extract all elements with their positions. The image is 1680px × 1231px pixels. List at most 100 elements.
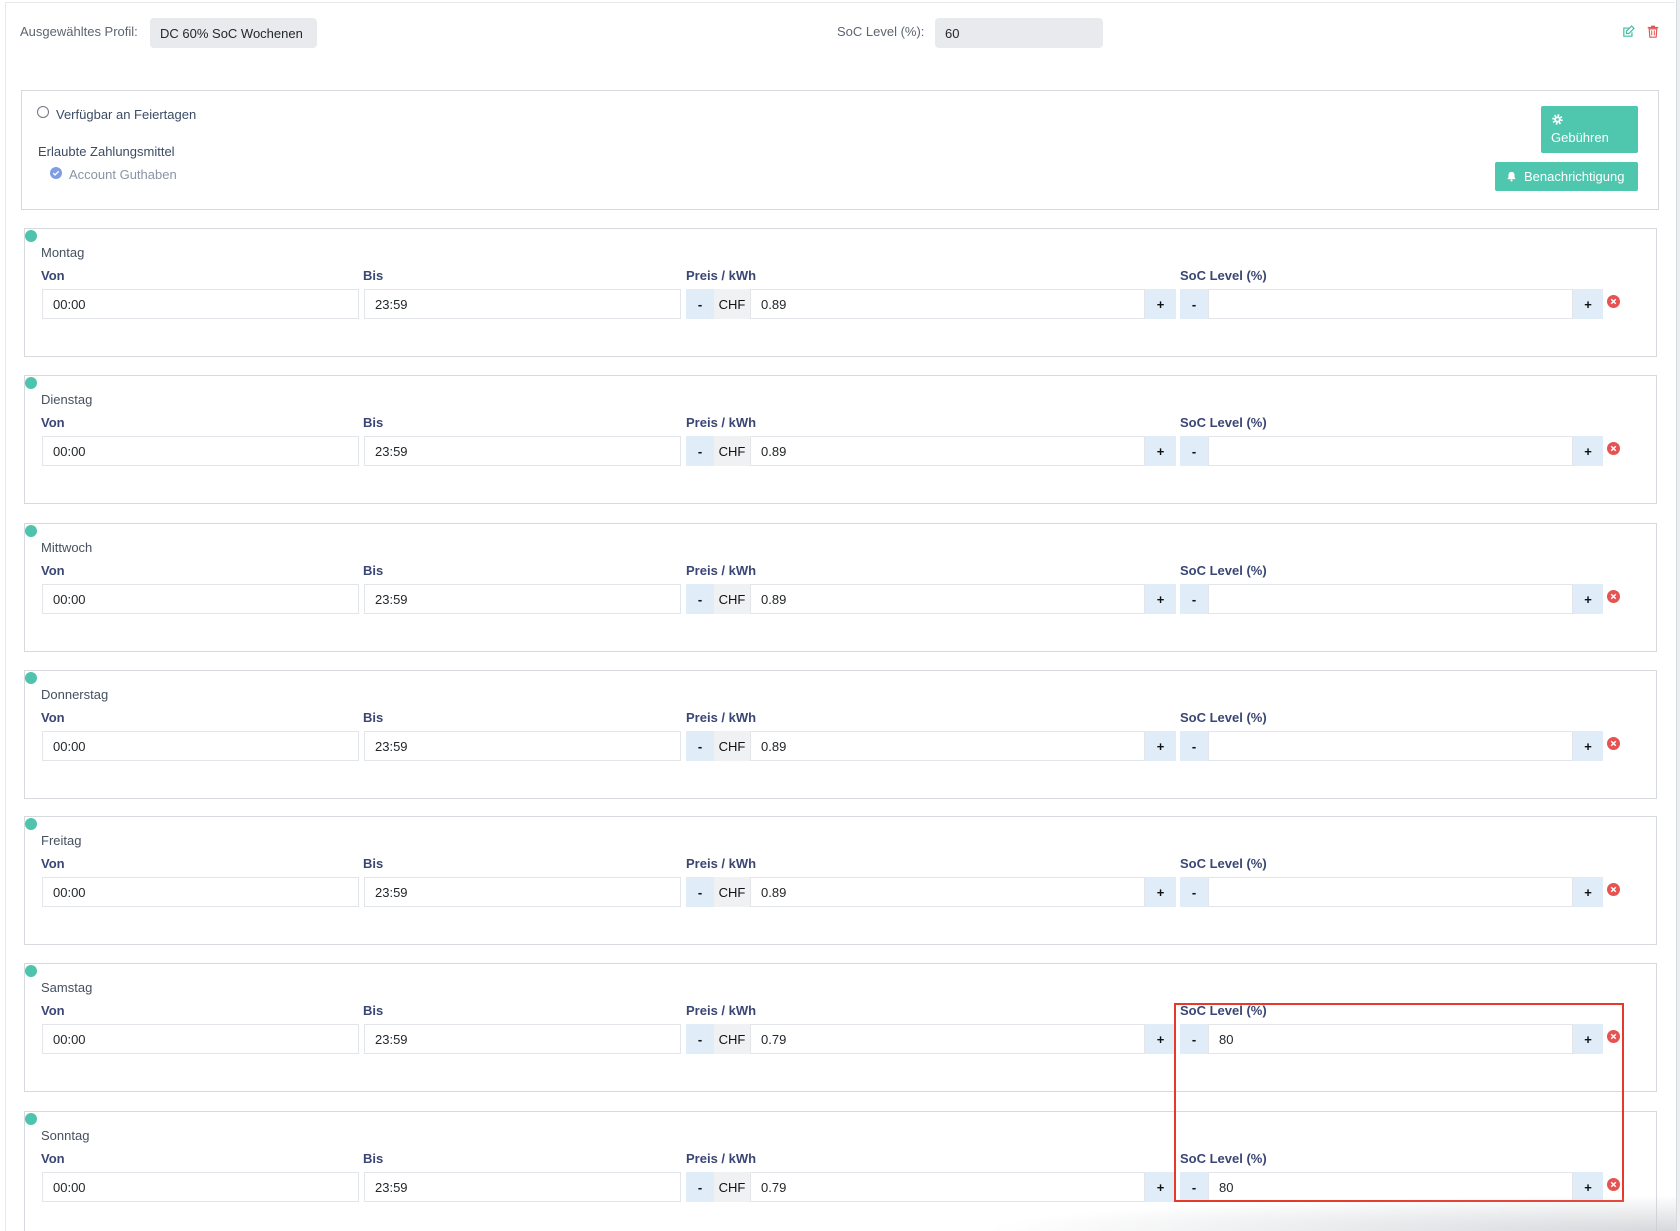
soc-level-input[interactable]: [1208, 1172, 1573, 1202]
price-decrement-button[interactable]: -: [686, 289, 714, 319]
soc-increment-button[interactable]: +: [1573, 436, 1603, 466]
to-time-input[interactable]: [364, 289, 681, 319]
times-circle-icon[interactable]: [1607, 442, 1620, 455]
soc-stepper: - +: [1180, 1024, 1603, 1054]
price-increment-button[interactable]: +: [1145, 731, 1176, 761]
price-decrement-button[interactable]: -: [686, 877, 714, 907]
day-card-sonntag: Sonntag Von Bis Preis / kWh SoC Level (%…: [24, 1111, 1657, 1231]
soc-label: SoC Level (%): [1180, 710, 1267, 725]
price-increment-button[interactable]: +: [1145, 1172, 1176, 1202]
day-name: Dienstag: [41, 392, 93, 407]
selected-profile-field[interactable]: [150, 18, 317, 48]
soc-decrement-button[interactable]: -: [1180, 436, 1208, 466]
price-increment-button[interactable]: +: [1145, 289, 1176, 319]
soc-increment-button[interactable]: +: [1573, 877, 1603, 907]
price-input[interactable]: [750, 731, 1145, 761]
to-label: Bis: [363, 268, 384, 283]
from-label: Von: [41, 415, 65, 430]
soc-increment-button[interactable]: +: [1573, 1024, 1603, 1054]
price-decrement-button[interactable]: -: [686, 1024, 714, 1054]
to-time-input[interactable]: [364, 584, 681, 614]
fees-button[interactable]: Gebühren: [1541, 106, 1638, 153]
times-circle-icon[interactable]: [1607, 1178, 1620, 1191]
dot-icon: [25, 525, 37, 537]
from-time-input[interactable]: [42, 584, 359, 614]
soc-decrement-button[interactable]: -: [1180, 1172, 1208, 1202]
profile-soc-label: SoC Level (%):: [837, 24, 925, 39]
soc-label: SoC Level (%): [1180, 1003, 1267, 1018]
soc-level-input[interactable]: [1208, 436, 1573, 466]
price-decrement-button[interactable]: -: [686, 584, 714, 614]
day-name: Sonntag: [41, 1128, 90, 1143]
notification-button[interactable]: Benachrichtigung: [1495, 162, 1638, 191]
price-increment-button[interactable]: +: [1145, 436, 1176, 466]
times-circle-icon[interactable]: [1607, 1030, 1620, 1043]
from-label: Von: [41, 856, 65, 871]
price-label: Preis / kWh: [686, 563, 757, 578]
day-card-montag: Montag Von Bis Preis / kWh SoC Level (%)…: [24, 228, 1657, 357]
currency-addon: CHF: [714, 289, 750, 319]
price-stepper: - CHF +: [686, 877, 1176, 907]
price-decrement-button[interactable]: -: [686, 731, 714, 761]
soc-decrement-button[interactable]: -: [1180, 877, 1208, 907]
from-time-input[interactable]: [42, 731, 359, 761]
price-input[interactable]: [750, 436, 1145, 466]
soc-increment-button[interactable]: +: [1573, 289, 1603, 319]
dot-icon: [25, 965, 37, 977]
soc-level-input[interactable]: [1208, 584, 1573, 614]
currency-addon: CHF: [714, 1024, 750, 1054]
price-input[interactable]: [750, 584, 1145, 614]
to-label: Bis: [363, 1003, 384, 1018]
times-circle-icon[interactable]: [1607, 883, 1620, 896]
from-time-input[interactable]: [42, 877, 359, 907]
to-time-input[interactable]: [364, 1172, 681, 1202]
to-time-input[interactable]: [364, 877, 681, 907]
price-input[interactable]: [750, 289, 1145, 319]
to-label: Bis: [363, 856, 384, 871]
soc-level-input[interactable]: [1208, 877, 1573, 907]
profile-soc-field[interactable]: [935, 18, 1103, 48]
soc-level-input[interactable]: [1208, 289, 1573, 319]
price-decrement-button[interactable]: -: [686, 436, 714, 466]
from-label: Von: [41, 710, 65, 725]
to-label: Bis: [363, 1151, 384, 1166]
day-card-samstag: Samstag Von Bis Preis / kWh SoC Level (%…: [24, 963, 1657, 1092]
soc-increment-button[interactable]: +: [1573, 1172, 1603, 1202]
to-time-input[interactable]: [364, 731, 681, 761]
soc-level-input[interactable]: [1208, 1024, 1573, 1054]
price-stepper: - CHF +: [686, 1172, 1176, 1202]
from-time-input[interactable]: [42, 1172, 359, 1202]
soc-increment-button[interactable]: +: [1573, 731, 1603, 761]
soc-level-input[interactable]: [1208, 731, 1573, 761]
profile-label: Ausgewähltes Profil:: [20, 24, 138, 39]
price-increment-button[interactable]: +: [1145, 584, 1176, 614]
to-time-input[interactable]: [364, 1024, 681, 1054]
price-increment-button[interactable]: +: [1145, 877, 1176, 907]
soc-decrement-button[interactable]: -: [1180, 731, 1208, 761]
times-circle-icon[interactable]: [1607, 737, 1620, 750]
to-time-input[interactable]: [364, 436, 681, 466]
soc-increment-button[interactable]: +: [1573, 584, 1603, 614]
payment-methods-heading: Erlaubte Zahlungsmittel: [38, 144, 175, 159]
edit-icon[interactable]: [1622, 25, 1635, 38]
from-time-input[interactable]: [42, 436, 359, 466]
soc-label: SoC Level (%): [1180, 1151, 1267, 1166]
soc-decrement-button[interactable]: -: [1180, 289, 1208, 319]
price-input[interactable]: [750, 1172, 1145, 1202]
from-time-input[interactable]: [42, 289, 359, 319]
times-circle-icon[interactable]: [1607, 590, 1620, 603]
day-card-mittwoch: Mittwoch Von Bis Preis / kWh SoC Level (…: [24, 523, 1657, 652]
price-input[interactable]: [750, 877, 1145, 907]
holiday-radio[interactable]: [37, 106, 49, 118]
soc-decrement-button[interactable]: -: [1180, 1024, 1208, 1054]
trash-icon[interactable]: [1647, 25, 1659, 38]
times-circle-icon[interactable]: [1607, 295, 1620, 308]
price-input[interactable]: [750, 1024, 1145, 1054]
from-time-input[interactable]: [42, 1024, 359, 1054]
check-circle-icon[interactable]: [50, 167, 62, 179]
soc-decrement-button[interactable]: -: [1180, 584, 1208, 614]
currency-addon: CHF: [714, 1172, 750, 1202]
price-decrement-button[interactable]: -: [686, 1172, 714, 1202]
price-increment-button[interactable]: +: [1145, 1024, 1176, 1054]
profile-options-panel: Verfügbar an Feiertagen Erlaubte Zahlung…: [21, 90, 1659, 210]
